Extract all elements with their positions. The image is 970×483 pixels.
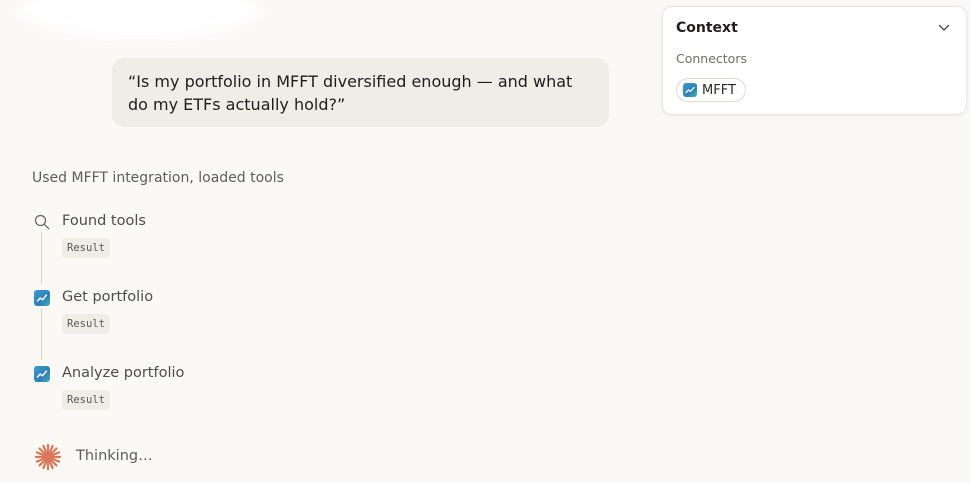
user-message-bubble: “Is my portfolio in MFFT diversified eno… (112, 58, 609, 127)
thinking-indicator: Thinking… (33, 441, 233, 473)
mfft-app-icon (683, 83, 697, 97)
connector-chip-label: MFFT (702, 82, 736, 98)
result-tag[interactable]: Result (62, 390, 110, 410)
tool-step-label[interactable]: Analyze portfolio (62, 365, 184, 381)
tool-step-found-tools: Found tools Result (32, 212, 332, 262)
tool-step-label[interactable]: Found tools (62, 213, 146, 229)
chevron-down-icon[interactable] (938, 23, 950, 33)
mfft-icon-badge (34, 290, 50, 306)
search-icon (34, 214, 50, 230)
context-panel: Context Connectors MFFT (662, 6, 967, 115)
context-title[interactable]: Context (676, 20, 738, 36)
result-tag[interactable]: Result (62, 238, 110, 258)
result-tag[interactable]: Result (62, 314, 110, 334)
mfft-app-icon (34, 290, 50, 306)
mfft-icon-badge (34, 366, 50, 382)
top-fade (20, 0, 260, 38)
tool-activity-heading[interactable]: Used MFFT integration, loaded tools (32, 170, 284, 186)
user-message-text: “Is my portfolio in MFFT diversified eno… (128, 72, 573, 114)
connectors-label: Connectors (676, 51, 747, 66)
tool-step-label[interactable]: Get portfolio (62, 289, 153, 305)
chat-page: “Is my portfolio in MFFT diversified eno… (0, 0, 970, 483)
connector-chip-mfft[interactable]: MFFT (676, 78, 746, 102)
spark-icon (34, 443, 62, 471)
thinking-label: Thinking… (76, 448, 153, 464)
tool-step-analyze-portfolio: Analyze portfolio Result (32, 364, 332, 414)
tool-step-get-portfolio: Get portfolio Result (32, 288, 332, 338)
mfft-app-icon (34, 366, 50, 382)
